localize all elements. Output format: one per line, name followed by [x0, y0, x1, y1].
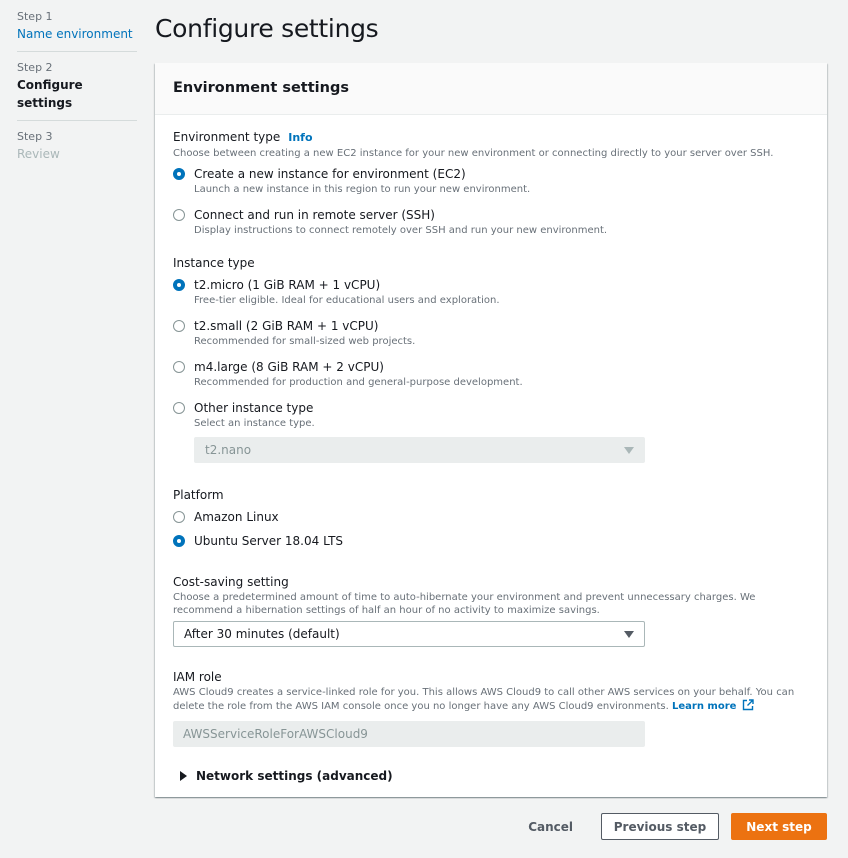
wizard-footer: Cancel Previous step Next step: [514, 813, 827, 840]
panel-title: Environment settings: [173, 80, 349, 96]
instance-type-radio-group: t2.micro (1 GiB RAM + 1 vCPU) Free-tier …: [173, 276, 809, 430]
learn-more-link[interactable]: Learn more: [672, 701, 736, 712]
iam-role-field: IAM role AWS Cloud9 creates a service-li…: [173, 669, 809, 747]
radio-ubuntu[interactable]: [173, 535, 185, 547]
step-3-number: Step 3: [17, 130, 53, 143]
chevron-down-icon: [624, 631, 634, 638]
radio-amazon-linux-label: Amazon Linux: [194, 510, 279, 524]
cost-saving-label: Cost-saving setting: [173, 575, 289, 589]
radio-m4-large-label: m4.large (8 GiB RAM + 2 vCPU): [194, 360, 384, 374]
environment-type-radio-group: Create a new instance for environment (E…: [173, 165, 809, 237]
radio-option-ec2[interactable]: Create a new instance for environment (E…: [173, 165, 809, 196]
radio-ubuntu-label: Ubuntu Server 18.04 LTS: [194, 534, 344, 548]
radio-ec2[interactable]: [173, 168, 185, 180]
platform-field: Platform Amazon Linux Ubuntu Server 18.0…: [173, 487, 809, 550]
radio-ssh[interactable]: [173, 209, 185, 221]
step-3: Step 3 Review: [17, 130, 137, 171]
radio-ssh-label: Connect and run in remote server (SSH): [194, 208, 435, 222]
iam-role-input: AWSServiceRoleForAWSCloud9: [173, 721, 645, 747]
radio-t2-small-desc: Recommended for small-sized web projects…: [194, 336, 416, 347]
next-step-button[interactable]: Next step: [731, 813, 827, 840]
radio-other-label: Other instance type: [194, 401, 314, 415]
radio-option-m4-large[interactable]: m4.large (8 GiB RAM + 2 vCPU) Recommende…: [173, 358, 809, 389]
radio-option-amazon-linux[interactable]: Amazon Linux: [173, 508, 809, 526]
radio-other[interactable]: [173, 402, 185, 414]
instance-type-field: Instance type t2.micro (1 GiB RAM + 1 vC…: [173, 255, 809, 463]
radio-amazon-linux[interactable]: [173, 511, 185, 523]
step-2-current: Configure settings: [17, 78, 83, 110]
other-instance-select: t2.nano: [194, 437, 645, 463]
cost-saving-field: Cost-saving setting Choose a predetermin…: [173, 574, 809, 647]
radio-ec2-label: Create a new instance for environment (E…: [194, 167, 466, 181]
cost-saving-description: Choose a predetermined amount of time to…: [173, 592, 756, 616]
environment-type-label: Environment type Info: [173, 129, 809, 146]
step-1: Step 1 Name environment: [17, 10, 137, 52]
step-1-link[interactable]: Name environment: [17, 25, 137, 43]
radio-other-desc: Select an instance type.: [194, 418, 315, 429]
platform-radio-group: Amazon Linux Ubuntu Server 18.04 LTS: [173, 508, 809, 550]
panel-header: Environment settings: [155, 63, 827, 115]
radio-t2-micro[interactable]: [173, 279, 185, 291]
radio-t2-micro-label: t2.micro (1 GiB RAM + 1 vCPU): [194, 278, 381, 292]
radio-ssh-desc: Display instructions to connect remotely…: [194, 225, 608, 236]
iam-role-label: IAM role: [173, 670, 222, 684]
other-instance-select-value: t2.nano: [205, 443, 252, 457]
iam-role-description: AWS Cloud9 creates a service-linked role…: [173, 686, 809, 713]
previous-step-button[interactable]: Previous step: [601, 813, 719, 840]
radio-t2-small-label: t2.small (2 GiB RAM + 1 vCPU): [194, 319, 379, 333]
cost-saving-select-value: After 30 minutes (default): [184, 627, 340, 641]
instance-type-label: Instance type: [173, 256, 255, 270]
radio-option-ubuntu[interactable]: Ubuntu Server 18.04 LTS: [173, 532, 809, 550]
step-1-number: Step 1: [17, 10, 53, 23]
radio-t2-small[interactable]: [173, 320, 185, 332]
panel-body: Environment type Info Choose between crea…: [155, 115, 827, 783]
environment-type-field: Environment type Info Choose between crea…: [173, 129, 809, 237]
radio-option-ssh[interactable]: Connect and run in remote server (SSH) D…: [173, 206, 809, 237]
radio-option-other[interactable]: Other instance type Select an instance t…: [173, 399, 809, 430]
wizard-steps: Step 1 Name environment Step 2 Configure…: [17, 10, 137, 180]
radio-ec2-desc: Launch a new instance in this region to …: [194, 184, 531, 195]
cancel-button[interactable]: Cancel: [514, 813, 587, 840]
cost-saving-select[interactable]: After 30 minutes (default): [173, 621, 645, 647]
radio-option-t2-small[interactable]: t2.small (2 GiB RAM + 1 vCPU) Recommende…: [173, 317, 809, 348]
step-2-number: Step 2: [17, 61, 53, 74]
network-settings-expander[interactable]: Network settings (advanced): [173, 769, 809, 783]
environment-type-description: Choose between creating a new EC2 instan…: [173, 148, 774, 159]
radio-t2-micro-desc: Free-tier eligible. Ideal for educationa…: [194, 295, 500, 306]
radio-m4-large-desc: Recommended for production and general-p…: [194, 377, 523, 388]
info-link[interactable]: Info: [288, 131, 312, 144]
radio-option-t2-micro[interactable]: t2.micro (1 GiB RAM + 1 vCPU) Free-tier …: [173, 276, 809, 307]
external-link-icon[interactable]: [742, 699, 754, 711]
radio-m4-large[interactable]: [173, 361, 185, 373]
environment-type-label-text: Environment type: [173, 130, 281, 144]
platform-label: Platform: [173, 488, 224, 502]
step-2: Step 2 Configure settings: [17, 61, 137, 121]
page-title: Configure settings: [155, 14, 379, 43]
caret-right-icon: [180, 771, 187, 781]
chevron-down-icon: [624, 447, 634, 454]
network-settings-label: Network settings (advanced): [196, 769, 393, 783]
step-3-disabled: Review: [17, 147, 60, 161]
environment-settings-panel: Environment settings Environment type Inf…: [155, 63, 827, 797]
